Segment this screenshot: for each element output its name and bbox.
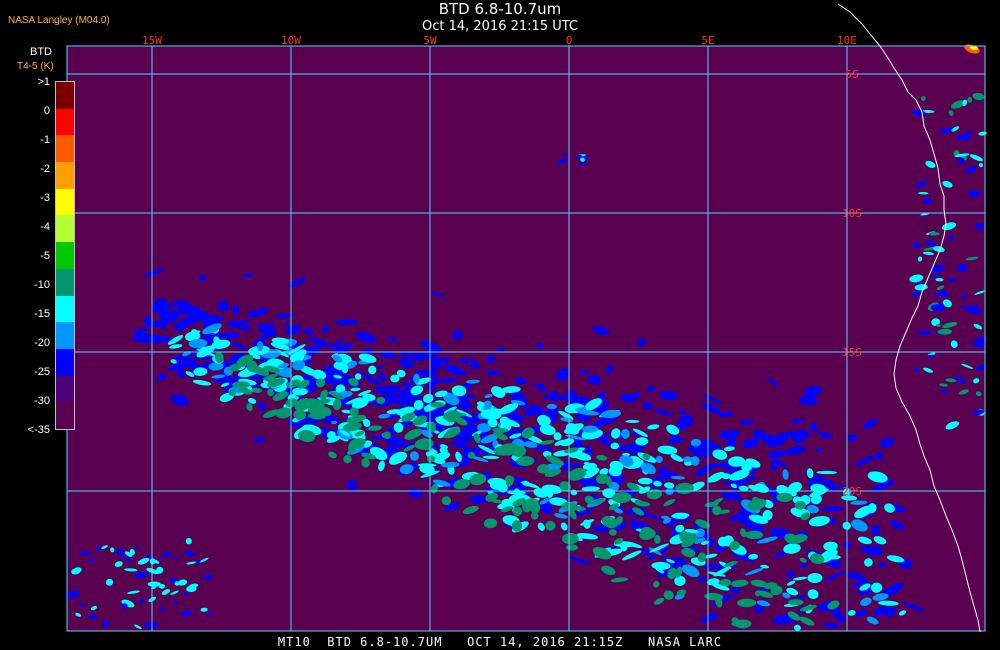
cloud-patch bbox=[565, 544, 579, 551]
color-scale-swatch bbox=[56, 375, 74, 403]
image-title: BTD 6.8-10.7um bbox=[438, 0, 562, 18]
color-scale-swatch bbox=[56, 348, 74, 377]
legend-title: BTD bbox=[30, 46, 52, 58]
color-scale-bar bbox=[55, 81, 75, 430]
color-scale-label: -10 bbox=[34, 279, 50, 291]
latitude-label: 10S bbox=[842, 207, 862, 220]
color-scale-label: 0 bbox=[43, 105, 50, 117]
color-scale-swatch bbox=[56, 268, 74, 297]
color-scale-label: -25 bbox=[34, 366, 50, 378]
latitude-label: 5S bbox=[845, 68, 858, 81]
color-scale-label: -15 bbox=[34, 308, 50, 320]
cloud-patch bbox=[625, 419, 640, 423]
color-scale-label: >1 bbox=[37, 76, 50, 88]
longitude-label: 5E bbox=[701, 34, 714, 47]
longitude-label: 5W bbox=[423, 34, 437, 47]
color-scale-label: -3 bbox=[40, 192, 50, 204]
color-scale-swatch bbox=[56, 108, 74, 136]
longitude-label: 15W bbox=[142, 34, 162, 47]
color-scale-swatch bbox=[56, 135, 74, 163]
color-scale-swatch bbox=[56, 322, 74, 350]
color-scale-swatch bbox=[56, 295, 74, 323]
cloud-patch bbox=[213, 377, 222, 383]
cloud-patch bbox=[204, 574, 212, 581]
color-scale-swatch bbox=[56, 215, 74, 243]
latitude-label: 20S bbox=[842, 485, 862, 498]
color-scale-label: -4 bbox=[40, 221, 50, 233]
latitude-label: 15S bbox=[842, 346, 862, 359]
color-scale-label: <-35 bbox=[27, 424, 50, 436]
color-scale-label: -2 bbox=[40, 163, 50, 175]
longitude-label: 10W bbox=[281, 34, 301, 47]
color-scale-label: -30 bbox=[34, 395, 50, 407]
legend-subtitle: T4-5 (K) bbox=[17, 61, 54, 72]
image-timestamp: Oct 14, 2016 21:15 UTC bbox=[422, 19, 578, 34]
longitude-label: 0 bbox=[566, 34, 573, 47]
longitude-label: 10E bbox=[837, 34, 857, 47]
producer-credit: NASA Langley (M04.0) bbox=[8, 15, 110, 26]
satellite-image-viewer: 15W 10W 5W 0 5E 10E 5S 10S 15S 20S BTD 6.8-10.7u… bbox=[0, 0, 1000, 650]
footer-caption: MT10 BTD 6.8-10.7UM OCT 14, 2016 21:15Z … bbox=[277, 635, 723, 649]
color-scale-swatch bbox=[56, 402, 74, 430]
longitude-labels: 15W 10W 5W 0 5E 10E bbox=[142, 34, 857, 47]
color-scale-swatch bbox=[56, 162, 74, 190]
color-scale-label: -5 bbox=[40, 250, 50, 262]
cloud-patch bbox=[740, 419, 754, 426]
color-scale-label: -20 bbox=[34, 337, 50, 349]
color-scale-label: -1 bbox=[40, 134, 50, 146]
satellite-map: 15W 10W 5W 0 5E 10E 5S 10S 15S 20S bbox=[66, 3, 987, 633]
color-scale-swatch bbox=[56, 188, 74, 216]
color-scale-swatch bbox=[56, 82, 74, 110]
color-scale-swatch bbox=[56, 242, 74, 270]
